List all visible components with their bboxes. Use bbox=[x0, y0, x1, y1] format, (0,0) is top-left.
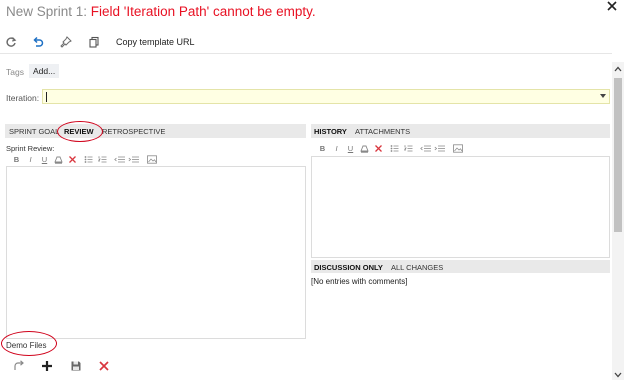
validation-error: Field 'Iteration Path' cannot be empty. bbox=[90, 4, 316, 19]
iteration-label: Iteration: bbox=[6, 93, 40, 103]
highlight-icon[interactable] bbox=[54, 155, 63, 164]
add-icon[interactable] bbox=[41, 360, 53, 372]
history-comment-editor[interactable] bbox=[311, 156, 610, 258]
close-icon[interactable] bbox=[606, 0, 618, 12]
outdent-icon[interactable] bbox=[114, 155, 126, 164]
bullet-list-icon[interactable] bbox=[84, 155, 93, 164]
dialog-title: New Sprint 1: Field 'Iteration Path' can… bbox=[6, 3, 316, 21]
sprint-review-editor[interactable] bbox=[6, 166, 306, 339]
empty-discussion-message: [No entries with comments] bbox=[311, 277, 408, 286]
tags-label: Tags bbox=[6, 67, 24, 77]
add-tag-button[interactable]: Add... bbox=[29, 64, 60, 78]
iteration-field[interactable] bbox=[42, 89, 610, 104]
numbered-list-icon[interactable] bbox=[404, 144, 413, 153]
clear-formatting-icon[interactable] bbox=[68, 155, 77, 164]
tab-history[interactable]: HISTORY bbox=[314, 127, 347, 136]
tab-retrospective[interactable]: RETROSPECTIVE bbox=[102, 127, 165, 136]
delete-icon[interactable] bbox=[98, 360, 110, 372]
undo-icon[interactable] bbox=[32, 36, 44, 48]
attachments-header-row-cut bbox=[6, 384, 606, 389]
scroll-down-icon[interactable] bbox=[612, 369, 624, 381]
review-annotation-circle bbox=[57, 121, 103, 142]
right-tab-strip: HISTORY ATTACHMENTS bbox=[311, 124, 610, 138]
copy-icon[interactable] bbox=[88, 36, 100, 48]
sprint-review-label: Sprint Review: bbox=[6, 144, 55, 153]
clear-formatting-icon[interactable] bbox=[374, 144, 383, 153]
outdent-icon[interactable] bbox=[420, 144, 432, 153]
indent-icon[interactable] bbox=[434, 144, 446, 153]
italic-button[interactable]: I bbox=[332, 144, 341, 153]
tab-discussion-only[interactable]: DISCUSSION ONLY bbox=[314, 263, 383, 272]
underline-button[interactable]: U bbox=[346, 144, 355, 153]
bold-button[interactable]: B bbox=[12, 155, 21, 164]
underline-button[interactable]: U bbox=[40, 155, 49, 164]
work-item-title: New Sprint 1: bbox=[6, 4, 91, 19]
text-cursor bbox=[46, 92, 47, 102]
left-rich-text-toolbar: B I U bbox=[10, 154, 190, 166]
demo-files-annotation-circle bbox=[1, 331, 57, 356]
bullet-list-icon[interactable] bbox=[390, 144, 399, 153]
tab-sprint-goal[interactable]: SPRINT GOAL bbox=[9, 127, 59, 136]
numbered-list-icon[interactable] bbox=[98, 155, 107, 164]
pin-icon[interactable] bbox=[60, 36, 72, 48]
left-tab-strip: SPRINT GOAL REVIEW RETROSPECTIVE bbox=[5, 124, 306, 138]
bold-button[interactable]: B bbox=[318, 144, 327, 153]
italic-button[interactable]: I bbox=[26, 155, 35, 164]
scrollbar-thumb[interactable] bbox=[614, 78, 622, 232]
tab-all-changes[interactable]: ALL CHANGES bbox=[391, 263, 443, 272]
open-icon[interactable] bbox=[13, 360, 25, 372]
scroll-up-icon[interactable] bbox=[612, 63, 624, 75]
refresh-icon[interactable] bbox=[5, 36, 17, 48]
highlight-icon[interactable] bbox=[360, 144, 369, 153]
indent-icon[interactable] bbox=[128, 155, 140, 164]
dropdown-arrow-icon[interactable] bbox=[600, 94, 606, 98]
insert-image-icon[interactable] bbox=[147, 155, 157, 164]
save-icon[interactable] bbox=[70, 360, 82, 372]
history-rich-text-toolbar: B I U bbox=[316, 143, 496, 155]
tab-attachments[interactable]: ATTACHMENTS bbox=[355, 127, 410, 136]
toolbar-divider bbox=[0, 53, 612, 54]
insert-image-icon[interactable] bbox=[453, 144, 463, 153]
copy-template-url-button[interactable]: Copy template URL bbox=[116, 36, 195, 48]
discussion-tab-strip: DISCUSSION ONLY ALL CHANGES bbox=[311, 260, 610, 273]
